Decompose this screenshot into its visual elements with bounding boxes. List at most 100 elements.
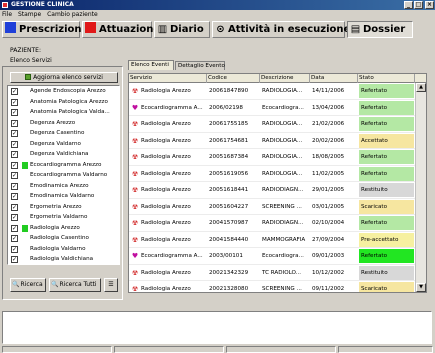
scroll-up-button[interactable]: ▲ bbox=[416, 83, 426, 92]
update-services-button[interactable]: Aggiorna elenco servizi bbox=[10, 72, 118, 83]
table-row[interactable]: ♥ Ecocardiogramma A... 2006/02198 Ecocardio… bbox=[129, 100, 426, 116]
cell-codice: 20041584440 bbox=[209, 236, 249, 243]
table-row[interactable]: ☢ Radiologia Arezzo 20051618441 RADIODIAGN.… bbox=[129, 182, 426, 199]
cell-descrizione: Ecocardiogra... bbox=[262, 253, 304, 259]
menu-stampe[interactable]: Stampe bbox=[16, 10, 43, 19]
dossier-tab-button[interactable]: ▤ Dossier bbox=[347, 21, 413, 38]
column-stato[interactable]: Stato bbox=[358, 74, 415, 83]
ricerca-tutti-button[interactable]: 🔍Ricerca Tutti bbox=[49, 278, 101, 292]
table-row[interactable]: ☢ Radiologia Arezzo 20051687384 RADIOLOGIA.… bbox=[129, 149, 426, 166]
patient-label: PAZIENTE: bbox=[10, 47, 41, 54]
table-row[interactable]: ☢ Radiologia Arezzo 20061755185 RADIOLOGIA.… bbox=[129, 116, 426, 133]
cell-data: 10/12/2002 bbox=[312, 269, 345, 276]
column-data[interactable]: Data bbox=[310, 74, 358, 83]
service-item[interactable]: ✓ Ergometria Valdarno bbox=[8, 212, 119, 223]
column-codice[interactable]: Codice bbox=[207, 74, 260, 83]
service-checkbox[interactable]: ✓ bbox=[11, 161, 18, 169]
service-item[interactable]: ✓ Radiologia Casentino bbox=[8, 233, 119, 244]
cell-descrizione: SCREENING ... bbox=[262, 203, 302, 210]
service-item[interactable]: ✓ Degenza Arezzo bbox=[8, 118, 119, 129]
service-status-swatch bbox=[22, 256, 28, 263]
menu-cambio-paziente[interactable]: Cambio paziente bbox=[45, 10, 100, 19]
service-item[interactable]: ✓ Degenza Valdichiana bbox=[8, 149, 119, 160]
cell-descrizione: MAMMOGRAFIA bbox=[262, 236, 306, 243]
cell-servizio: Ecocardiogramma A... bbox=[141, 104, 203, 111]
column-servizio[interactable]: Servizio bbox=[129, 74, 207, 83]
table-row[interactable]: ☢ Radiologia Arezzo 20061754681 RADIOLOGIA.… bbox=[129, 133, 426, 149]
cell-data: 13/04/2006 bbox=[312, 104, 345, 111]
table-scrollbar[interactable]: ▲ ▼ bbox=[415, 83, 426, 292]
table-row[interactable]: ♥ Ecocardiogramma A... 2003/00101 Ecocardio… bbox=[129, 248, 426, 265]
service-checkbox[interactable]: ✓ bbox=[11, 235, 18, 242]
service-checkbox[interactable]: ✓ bbox=[11, 214, 18, 221]
table-row[interactable]: ☢ Radiologia Arezzo 20021328080 SCREENING .… bbox=[129, 281, 426, 292]
service-checkbox[interactable]: ✓ bbox=[11, 203, 18, 211]
notes-area[interactable] bbox=[2, 311, 432, 344]
service-checkbox[interactable]: ✓ bbox=[11, 224, 18, 232]
prescrizione-button[interactable]: Prescrizione bbox=[2, 21, 88, 38]
service-checkbox[interactable]: ✓ bbox=[11, 245, 18, 253]
service-item[interactable]: ✓ Anatomia Patologica Valda... bbox=[8, 107, 119, 118]
cell-servizio: Radiologia Arezzo bbox=[141, 203, 191, 210]
cell-servizio: Radiologia Arezzo bbox=[141, 137, 191, 144]
service-label: Radiologia Valdichiana bbox=[30, 256, 94, 262]
service-checkbox[interactable]: ✓ bbox=[11, 109, 18, 116]
table-row[interactable]: ☢ Radiologia Arezzo 20061847890 RADIOLOGIA.… bbox=[129, 83, 426, 100]
service-checkbox[interactable]: ✓ bbox=[11, 140, 18, 148]
table-row[interactable]: ☢ Radiologia Arezzo 20051619056 RADIOLOGIA.… bbox=[129, 166, 426, 182]
service-checkbox[interactable]: ✓ bbox=[11, 256, 18, 263]
diario-button[interactable]: ▥ Diario bbox=[154, 21, 210, 38]
attivita-button[interactable]: ⊙ Attività in esecuzione bbox=[212, 21, 350, 38]
service-checkbox[interactable]: ✓ bbox=[11, 130, 18, 137]
service-item[interactable]: ✓ Emodinamica Arezzo bbox=[8, 181, 119, 192]
service-item[interactable]: ✓ Radiologia Arezzo bbox=[8, 223, 119, 234]
cell-servizio: Radiologia Arezzo bbox=[141, 170, 191, 177]
tab-dettaglio-evento[interactable]: Dettaglio Evento bbox=[175, 61, 225, 70]
column-descrizione[interactable]: Descrizione bbox=[260, 74, 310, 83]
table-row[interactable]: ☢ Radiologia Arezzo 20051604227 SCREENING .… bbox=[129, 199, 426, 215]
service-item[interactable]: ✓ Radiologia Valdichiana bbox=[8, 254, 119, 264]
service-item[interactable]: ✓ Agende Endoscopia Arezzo bbox=[8, 86, 119, 97]
cell-servizio: Radiologia Arezzo bbox=[141, 121, 191, 127]
service-item[interactable]: ✓ Radiologia Valdarno bbox=[8, 244, 119, 255]
service-item[interactable]: ✓ Ergometria Arezzo bbox=[8, 202, 119, 213]
service-label: Emodinamica Arezzo bbox=[30, 182, 89, 189]
menu-file[interactable]: File bbox=[0, 10, 14, 19]
table-row[interactable]: ☢ Radiologia Arezzo 20041570987 RADIODIAGN.… bbox=[129, 215, 426, 232]
tab-elenco-eventi[interactable]: Elenco Eventi bbox=[128, 60, 174, 70]
service-checkbox[interactable]: ✓ bbox=[11, 193, 18, 200]
service-status-swatch bbox=[22, 141, 28, 148]
service-checkbox[interactable]: ✓ bbox=[11, 119, 18, 127]
service-label: Radiologia Arezzo bbox=[30, 224, 80, 231]
list-view-button[interactable]: ☰ bbox=[104, 278, 118, 292]
maximize-button[interactable]: □ bbox=[414, 1, 423, 9]
status-badge: Refertato bbox=[359, 216, 414, 230]
table-row[interactable]: ☢ Radiologia Arezzo 20041584440 MAMMOGRAFIA… bbox=[129, 232, 426, 248]
cell-codice: 20021328080 bbox=[209, 286, 249, 292]
cell-descrizione: TC RADIOLO... bbox=[262, 269, 302, 276]
service-item[interactable]: ✓ Ecocardiogramma Arezzo bbox=[8, 160, 119, 171]
service-item[interactable]: ✓ Degenza Casentino bbox=[8, 128, 119, 139]
service-item[interactable]: ✓ Anatomia Patologica Arezzo bbox=[8, 97, 119, 108]
services-title: Elenco Servizi bbox=[10, 57, 52, 64]
table-row[interactable]: ☢ Radiologia Arezzo 20021342329 TC RADIOLO.… bbox=[129, 265, 426, 281]
cell-servizio: Radiologia Arezzo bbox=[141, 286, 191, 292]
service-checkbox[interactable]: ✓ bbox=[11, 151, 18, 158]
attuazione-button[interactable]: Attuazione bbox=[82, 21, 160, 38]
cell-data: 27/09/2004 bbox=[312, 236, 345, 243]
service-checkbox[interactable]: ✓ bbox=[11, 182, 18, 190]
service-checkbox[interactable]: ✓ bbox=[11, 88, 18, 95]
service-status-swatch bbox=[22, 120, 28, 127]
close-button[interactable]: × bbox=[425, 1, 434, 9]
service-item[interactable]: ✓ Degenza Valdarno bbox=[8, 139, 119, 150]
service-item[interactable]: ✓ Emodinamica Valdarno bbox=[8, 191, 119, 202]
refresh-icon bbox=[25, 74, 32, 80]
service-checkbox[interactable]: ✓ bbox=[11, 98, 18, 106]
ricerca-button[interactable]: 🔍Ricerca bbox=[10, 278, 46, 292]
service-item[interactable]: ✓ Ecocardiogramma Valdarno bbox=[8, 170, 119, 181]
status-cell bbox=[338, 346, 433, 353]
minimize-button[interactable]: _ bbox=[404, 1, 413, 9]
service-label: Emodinamica Valdarno bbox=[30, 193, 95, 199]
scroll-down-button[interactable]: ▼ bbox=[416, 283, 426, 292]
service-checkbox[interactable]: ✓ bbox=[11, 172, 18, 179]
